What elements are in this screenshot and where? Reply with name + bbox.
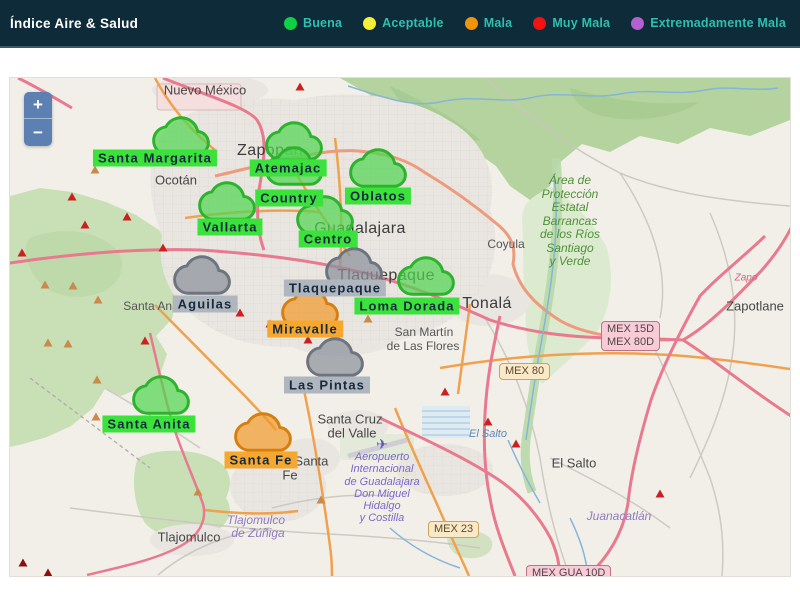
app-header: Índice Aire & Salud Buena Aceptable Mala Mu… (0, 0, 800, 48)
legend-label: Aceptable (382, 16, 444, 30)
legend-label: Mala (484, 16, 513, 30)
cloud-icon (175, 257, 230, 294)
station-marker-vallarta[interactable] (197, 180, 257, 222)
station-label-country: Country (255, 190, 323, 207)
air-quality-legend: Buena Aceptable Mala Muy Mala Extremadamente… (284, 16, 786, 30)
station-label-loma-dorada: Loma Dorada (354, 298, 459, 315)
station-label-tlaquepaque: Tlaquepaque (284, 280, 386, 297)
station-marker-oblatos[interactable] (348, 147, 408, 189)
wetland-area (422, 406, 470, 438)
zoom-control: + − (24, 92, 52, 146)
road-shield-mex-15d-mex-80d: MEX 15DMEX 80D (601, 321, 660, 351)
station-label-santa-anita: Santa Anita (102, 416, 195, 433)
cloud-icon (134, 377, 189, 414)
cloud-icon (351, 150, 406, 187)
station-marker-santa-anita[interactable] (131, 374, 191, 416)
legend-dot-extremadamente-mala (631, 17, 644, 30)
cloud-icon (399, 258, 454, 295)
legend-item-muy-mala: Muy Mala (533, 16, 610, 30)
station-label-miravalle: Miravalle (267, 321, 343, 338)
legend-dot-muy-mala (533, 17, 546, 30)
legend-dot-buena (284, 17, 297, 30)
legend-item-aceptable: Aceptable (363, 16, 444, 30)
zoom-out-button[interactable]: − (24, 119, 52, 146)
cloud-icon (236, 414, 291, 451)
map[interactable]: Nuevo MéxicoZapopanOcotánGuadalajaraCoyu… (10, 78, 790, 576)
legend-dot-mala (465, 17, 478, 30)
station-marker-santa-fe[interactable] (233, 411, 293, 453)
airport-area (340, 434, 414, 460)
station-label-atemajac: Atemajac (250, 160, 327, 177)
station-label-aguilas: Aguilas (173, 296, 238, 313)
station-label-santa-fe: Santa Fe (225, 452, 298, 469)
app-title: Índice Aire & Salud (10, 16, 138, 31)
station-marker-loma-dorada[interactable] (396, 255, 456, 297)
legend-item-extremadamente-mala: Extremadamente Mala (631, 16, 786, 30)
station-label-las-pintas: Las Pintas (284, 377, 370, 394)
legend-label: Muy Mala (552, 16, 610, 30)
air-quality-app: Índice Aire & Salud Buena Aceptable Mala Mu… (0, 0, 800, 592)
station-label-vallarta: Vallarta (197, 219, 262, 236)
legend-item-mala: Mala (465, 16, 513, 30)
road-shield-mex-gua-10d: MEX GUA 10D (526, 565, 611, 576)
station-marker-aguilas[interactable] (172, 254, 232, 296)
road-shield-mex-23: MEX 23 (428, 521, 479, 538)
cloud-icon (200, 183, 255, 220)
legend-label: Extremadamente Mala (650, 16, 786, 30)
station-label-santa-margarita: Santa Margarita (93, 150, 217, 167)
legend-item-buena: Buena (284, 16, 342, 30)
legend-label: Buena (303, 16, 342, 30)
station-marker-las-pintas[interactable] (305, 336, 365, 378)
zoom-in-button[interactable]: + (24, 92, 52, 119)
station-label-centro: Centro (299, 231, 358, 248)
station-label-oblatos: Oblatos (345, 188, 411, 205)
cloud-icon (308, 339, 363, 376)
road-shield-mex-80: MEX 80 (499, 363, 550, 380)
legend-dot-aceptable (363, 17, 376, 30)
